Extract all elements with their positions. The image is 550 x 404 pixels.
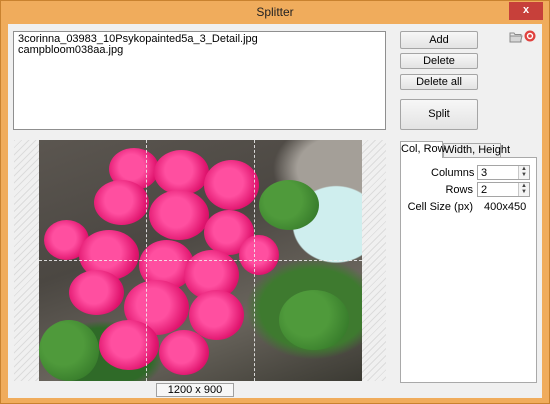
- cell-size-label: Cell Size (px): [407, 201, 473, 213]
- preview-image: [39, 140, 362, 381]
- client-area: 3corinna_03983_10Psykopainted5a_3_Detail…: [8, 24, 542, 398]
- settings-panel: Columns 3 ▲ ▼ Rows 2 ▲ ▼ Cell Size (px) …: [400, 157, 537, 383]
- petal-shape: [99, 320, 159, 370]
- splitter-window: Splitter x 3corinna_03983_10Psykopainted…: [0, 0, 550, 404]
- petal-shape: [159, 330, 209, 375]
- split-line-horizontal: [39, 260, 362, 261]
- petal-shape: [204, 160, 259, 210]
- columns-spin-arrows[interactable]: ▲ ▼: [518, 166, 529, 179]
- file-list[interactable]: 3corinna_03983_10Psykopainted5a_3_Detail…: [13, 31, 386, 130]
- columns-value[interactable]: 3: [481, 167, 487, 179]
- rows-value[interactable]: 2: [481, 184, 487, 196]
- close-button[interactable]: x: [509, 2, 543, 20]
- petal-shape: [69, 270, 124, 315]
- cell-size-value: 400x450: [484, 201, 527, 213]
- image-dimensions: 1200 x 900: [156, 383, 234, 397]
- title-bar[interactable]: Splitter x: [1, 1, 549, 23]
- window-title: Splitter: [256, 5, 294, 19]
- leaf-shape: [259, 180, 319, 230]
- add-button[interactable]: Add: [400, 31, 478, 49]
- petal-shape: [94, 180, 149, 225]
- rows-spin-arrows[interactable]: ▲ ▼: [518, 183, 529, 196]
- rows-label: Rows: [445, 184, 473, 196]
- delete-all-button[interactable]: Delete all: [400, 74, 478, 90]
- folder-icon[interactable]: [509, 31, 523, 43]
- list-item[interactable]: campbloom038aa.jpg: [18, 45, 381, 56]
- leaf-shape: [279, 290, 349, 350]
- leaf-shape: [39, 320, 99, 381]
- tab-width-height[interactable]: Width, Height: [443, 143, 510, 157]
- columns-label: Columns: [431, 167, 475, 179]
- petal-shape: [154, 150, 209, 195]
- arrow-down-icon[interactable]: ▼: [519, 172, 529, 178]
- arrow-down-icon[interactable]: ▼: [519, 189, 529, 195]
- petal-shape: [239, 235, 279, 275]
- split-button[interactable]: Split: [400, 99, 478, 130]
- rows-stepper[interactable]: 2 ▲ ▼: [477, 182, 530, 197]
- petal-shape: [149, 190, 209, 240]
- columns-stepper[interactable]: 3 ▲ ▼: [477, 165, 530, 180]
- image-preview: [14, 140, 386, 381]
- help-icon[interactable]: [524, 30, 536, 42]
- delete-button[interactable]: Delete: [400, 53, 478, 69]
- tab-col-row[interactable]: Col, Row: [400, 141, 446, 158]
